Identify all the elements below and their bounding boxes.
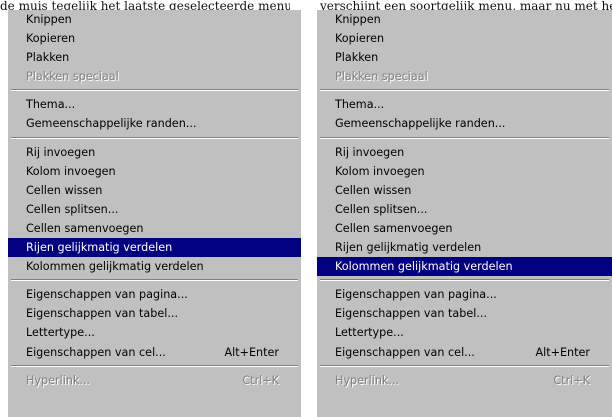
menu-item-lettertype[interactable]: Lettertype... xyxy=(8,323,301,342)
menu-item-kopieren[interactable]: Kopieren xyxy=(317,29,612,48)
menu-separator xyxy=(317,362,612,371)
menu-item-label: Rijen gelijkmatig verdelen xyxy=(26,241,173,255)
menu-item-label: Eigenschappen van tabel... xyxy=(26,307,179,321)
menu-item-label: Thema... xyxy=(335,98,385,112)
menu-item-rij-invoegen[interactable]: Rij invoegen xyxy=(317,143,612,162)
menu-separator xyxy=(317,276,612,285)
menu-item-plakken[interactable]: Plakken xyxy=(317,48,612,67)
menu-item-label: Cellen samenvoegen xyxy=(335,221,453,235)
menu-item-eigenschappen-van-cel[interactable]: Eigenschappen van cel... Alt+Enter xyxy=(317,343,612,362)
menu-item-eigenschappen-van-pagina[interactable]: Eigenschappen van pagina... xyxy=(317,285,612,304)
menu-separator xyxy=(317,134,612,143)
menu-item-label: Rij invoegen xyxy=(26,145,96,159)
menu-item-plakken-speciaal: Plakken speciaal xyxy=(8,67,301,86)
menu-item-label: Gemeenschappelijke randen... xyxy=(335,117,506,131)
menu-item-kolom-invoegen[interactable]: Kolom invoegen xyxy=(317,162,612,181)
menu-item-shortcut: Alt+Enter xyxy=(535,345,590,359)
menu-separator xyxy=(317,86,612,95)
menu-item-label: Rijen gelijkmatig verdelen xyxy=(335,241,482,255)
menu-item-cellen-splitsen[interactable]: Cellen splitsen... xyxy=(8,200,301,219)
menu-item-cellen-samenvoegen[interactable]: Cellen samenvoegen xyxy=(8,219,301,238)
menu-item-label: Cellen wissen xyxy=(26,183,103,197)
menu-item-label: Plakken speciaal xyxy=(26,70,119,84)
menu-item-label: Eigenschappen van tabel... xyxy=(335,307,488,321)
menu-item-eigenschappen-van-tabel[interactable]: Eigenschappen van tabel... xyxy=(317,304,612,323)
menu-item-gemeenschappelijke-randen[interactable]: Gemeenschappelijke randen... xyxy=(8,114,301,133)
menu-item-label: Lettertype... xyxy=(26,326,95,340)
menu-item-cellen-wissen[interactable]: Cellen wissen xyxy=(317,181,612,200)
menu-item-cellen-samenvoegen[interactable]: Cellen samenvoegen xyxy=(317,219,612,238)
menu-item-rijen-gelijkmatig-verdelen[interactable]: Rijen gelijkmatig verdelen xyxy=(8,238,301,258)
menu-item-eigenschappen-van-pagina[interactable]: Eigenschappen van pagina... xyxy=(8,285,301,304)
menu-item-label: Kopieren xyxy=(335,32,385,46)
menu-item-kolom-invoegen[interactable]: Kolom invoegen xyxy=(8,162,301,181)
menu-item-label: Kolommen gelijkmatig verdelen xyxy=(26,260,204,274)
menu-item-cellen-splitsen[interactable]: Cellen splitsen... xyxy=(317,200,612,219)
menu-item-eigenschappen-van-tabel[interactable]: Eigenschappen van tabel... xyxy=(8,304,301,323)
menu-item-label: Knippen xyxy=(335,13,381,26)
menu-item-kopieren[interactable]: Kopieren xyxy=(8,29,301,48)
menu-item-knippen[interactable]: Knippen xyxy=(317,10,612,29)
menu-item-knippen[interactable]: Knippen xyxy=(8,10,301,29)
menu-item-label: Kolom invoegen xyxy=(26,164,116,178)
menu-item-gemeenschappelijke-randen[interactable]: Gemeenschappelijke randen... xyxy=(317,114,612,133)
menu-separator xyxy=(8,276,301,285)
menu-item-label: Plakken xyxy=(335,51,379,65)
menu-item-thema[interactable]: Thema... xyxy=(8,95,301,114)
menu-item-shortcut: Ctrl+K xyxy=(553,373,590,387)
menu-item-label: Cellen splitsen... xyxy=(335,202,428,216)
menu-item-label: Kolommen gelijkmatig verdelen xyxy=(335,260,513,274)
menu-separator xyxy=(8,362,301,371)
menu-item-kolommen-gelijkmatig-verdelen[interactable]: Kolommen gelijkmatig verdelen xyxy=(8,257,301,276)
menu-item-label: Kolom invoegen xyxy=(335,164,425,178)
menu-item-label: Plakken xyxy=(26,51,70,65)
menu-item-label: Hyperlink... xyxy=(335,373,400,387)
menu-item-shortcut: Ctrl+K xyxy=(242,373,279,387)
menu-item-label: Kopieren xyxy=(26,32,76,46)
menu-item-hyperlink: Hyperlink... Ctrl+K xyxy=(317,371,612,390)
context-menu-left: Knippen Kopieren Plakken Plakken speciaal Th… xyxy=(8,10,301,417)
menu-item-hyperlink: Hyperlink... Ctrl+K xyxy=(8,371,301,390)
menu-item-plakken-speciaal: Plakken speciaal xyxy=(317,67,612,86)
menu-item-label: Eigenschappen van pagina... xyxy=(26,288,188,302)
menu-item-label: Eigenschappen van pagina... xyxy=(335,288,497,302)
menu-separator xyxy=(8,134,301,143)
menu-item-shortcut: Alt+Enter xyxy=(224,345,279,359)
menu-item-label: Cellen splitsen... xyxy=(26,202,119,216)
menu-item-rij-invoegen[interactable]: Rij invoegen xyxy=(8,143,301,162)
menu-item-label: Knippen xyxy=(26,13,72,26)
menu-item-label: Plakken speciaal xyxy=(335,70,428,84)
menu-item-label: Gemeenschappelijke randen... xyxy=(26,117,197,131)
menu-item-plakken[interactable]: Plakken xyxy=(8,48,301,67)
menu-item-label: Cellen wissen xyxy=(335,183,412,197)
menu-item-kolommen-gelijkmatig-verdelen[interactable]: Kolommen gelijkmatig verdelen xyxy=(317,257,612,277)
menu-item-eigenschappen-van-cel[interactable]: Eigenschappen van cel... Alt+Enter xyxy=(8,343,301,362)
menu-item-label: Eigenschappen van cel... xyxy=(26,345,166,359)
menu-item-label: Eigenschappen van cel... xyxy=(335,345,475,359)
menu-item-label: Rij invoegen xyxy=(335,145,405,159)
menu-item-lettertype[interactable]: Lettertype... xyxy=(317,323,612,342)
menu-item-rijen-gelijkmatig-verdelen[interactable]: Rijen gelijkmatig verdelen xyxy=(317,238,612,257)
menu-item-label: Lettertype... xyxy=(335,326,404,340)
menu-separator xyxy=(8,86,301,95)
menu-item-label: Hyperlink... xyxy=(26,373,91,387)
menu-item-label: Thema... xyxy=(26,98,76,112)
menu-item-thema[interactable]: Thema... xyxy=(317,95,612,114)
menu-item-label: Cellen samenvoegen xyxy=(26,221,144,235)
context-menu-right: Knippen Kopieren Plakken Plakken speciaal Th… xyxy=(317,10,612,417)
menu-item-cellen-wissen[interactable]: Cellen wissen xyxy=(8,181,301,200)
